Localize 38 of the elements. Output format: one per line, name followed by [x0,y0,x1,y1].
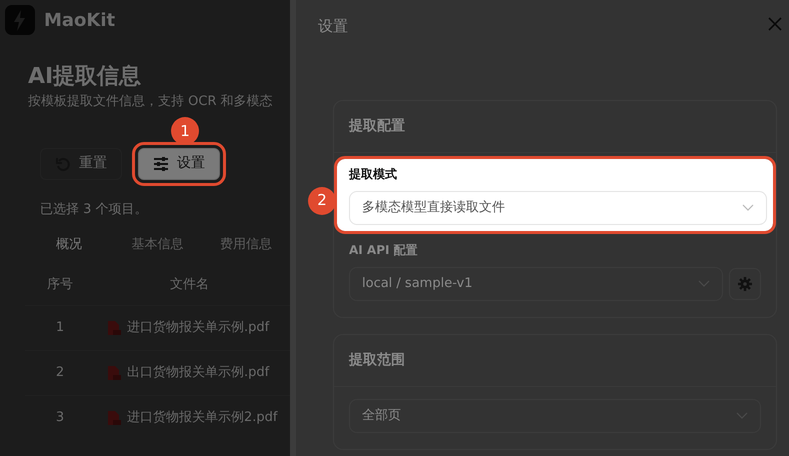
column-header: 文件名 [169,276,209,294]
file-name: 进口货物报关单示例2.pdf [127,409,278,428]
drawer-title: 设置 [318,16,348,37]
section-title: 提取配置 [334,100,776,152]
select-value: 全部页 [362,406,401,425]
logo-icon [4,4,36,36]
field-label: AI API 配置 [349,242,419,258]
field-label: 提取模式 [349,166,398,182]
close-button[interactable] [767,16,783,32]
step-badge: 1 [171,116,199,145]
app-name: MaoKit [44,8,116,32]
gear-icon [738,276,752,290]
page-subtitle: 按模板提取文件信息，支持 OCR 和多模态 [28,93,274,112]
select-field[interactable]: local / sample-v1 [349,266,722,300]
settings-button[interactable] [729,268,761,300]
step-badge: 2 [308,186,336,214]
selection-note: 已选择 3 个项目。 [39,200,149,219]
pdf-file-icon [107,320,121,336]
table-cell-text: 3 [54,409,66,428]
select-value: 多模态模型直接读取文件 [362,198,505,217]
pdf-file-icon [107,364,121,381]
tab[interactable]: 概况 [25,225,114,265]
file-name: 出口货物报关单示例.pdf [127,364,270,382]
reset-button[interactable]: 重置 [40,148,122,180]
tab[interactable]: 基本信息 [113,225,202,265]
select-value: local / sample-v1 [362,274,473,293]
table-cell-text: 2 [54,364,66,382]
file-name: 进口货物报关单示例.pdf [127,319,270,338]
select-field[interactable]: 多模态模型直接读取文件 [349,190,767,224]
pdf-file-icon [107,410,121,426]
column-header: 序号 [46,276,74,294]
tab[interactable]: 费用信息 [202,225,290,265]
table-cell-text: 1 [54,319,66,338]
section-title: 提取范围 [334,334,776,386]
chevron-down-icon [742,204,754,212]
sliders-icon [153,156,169,172]
select-field[interactable]: 全部页 [349,398,761,432]
page-title: AI提取信息 [28,64,142,90]
